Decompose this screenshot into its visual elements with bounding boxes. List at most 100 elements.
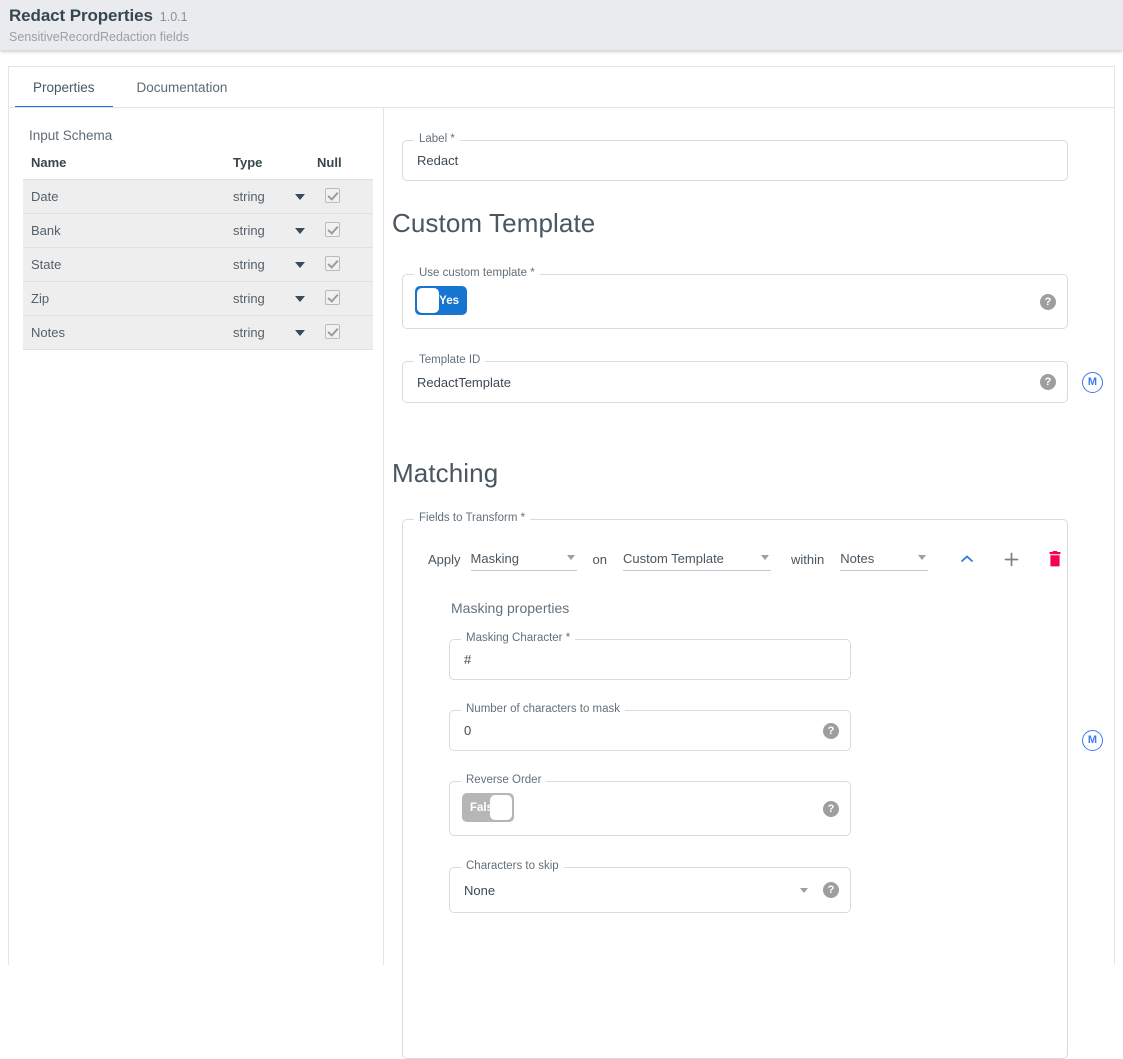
field-type-label: string [233, 189, 265, 204]
null-checkbox[interactable] [325, 256, 340, 271]
chevron-down-icon[interactable] [295, 194, 305, 200]
number-of-characters-value[interactable]: 0 [450, 711, 850, 750]
custom-template-section-title: Custom Template [392, 208, 595, 239]
column-header-name: Name [23, 155, 233, 180]
properties-form-panel: Label * Redact Custom Template Use custo… [384, 108, 1115, 965]
apply-word: Apply [428, 552, 461, 567]
field-type-label: string [233, 325, 265, 340]
macro-badge-fields-to-transform[interactable]: M [1082, 730, 1103, 751]
masking-character-legend: Masking Character * [461, 632, 575, 644]
field-type-label: string [233, 257, 265, 272]
masking-character-value[interactable]: # [450, 640, 850, 679]
tab-documentation[interactable]: Documentation [119, 67, 246, 109]
toggle-label: False [470, 802, 499, 814]
chevron-down-icon[interactable] [295, 262, 305, 268]
null-checkbox[interactable] [325, 290, 340, 305]
transform-rule-row: Apply Masking on Custom Template within … [428, 546, 1068, 572]
label-field-legend: Label * [414, 133, 460, 145]
chevron-up-icon[interactable] [954, 546, 980, 572]
field-null-cell[interactable] [317, 282, 373, 316]
transform-field-value: Notes [840, 551, 874, 566]
header-subtitle: SensitiveRecordRedaction fields [9, 30, 1123, 44]
reverse-order-toggle[interactable]: False [462, 793, 514, 822]
on-word: on [593, 552, 607, 567]
field-name: Notes [23, 316, 233, 350]
null-checkbox[interactable] [325, 222, 340, 237]
tab-properties-label: Properties [33, 80, 95, 95]
field-null-cell[interactable] [317, 180, 373, 214]
masking-properties-heading: Masking properties [451, 600, 569, 616]
template-id-legend: Template ID [414, 354, 485, 366]
chevron-down-icon[interactable] [295, 296, 305, 302]
matching-section-title: Matching [392, 458, 498, 489]
transform-type-select[interactable]: Masking [471, 547, 577, 571]
label-field-value[interactable]: Redact [403, 141, 1067, 180]
field-type-cell[interactable]: string [233, 316, 317, 350]
version-label: 1.0.1 [160, 10, 188, 24]
number-of-characters-legend: Number of characters to mask [461, 703, 625, 715]
chevron-down-icon [918, 555, 926, 560]
page-title: Redact Properties [9, 6, 153, 26]
field-type-cell[interactable]: string [233, 248, 317, 282]
characters-to-skip-value[interactable]: None [450, 868, 850, 912]
field-name: Zip [23, 282, 233, 316]
input-schema-heading: Input Schema [29, 128, 373, 143]
label-field[interactable]: Label * Redact [402, 140, 1068, 181]
chevron-down-icon[interactable] [295, 330, 305, 336]
fields-to-transform-legend: Fields to Transform * [414, 512, 530, 524]
field-type-cell[interactable]: string [233, 282, 317, 316]
field-null-cell[interactable] [317, 248, 373, 282]
table-row: Notes string [23, 316, 373, 350]
table-row: State string [23, 248, 373, 282]
plus-icon[interactable] [998, 546, 1024, 572]
use-custom-template-legend: Use custom template * [414, 267, 540, 279]
fields-to-transform-box: Fields to Transform * Apply Masking on C… [402, 519, 1068, 1059]
null-checkbox[interactable] [325, 188, 340, 203]
characters-to-skip-legend: Characters to skip [461, 860, 564, 872]
help-icon[interactable]: ? [823, 882, 839, 898]
reverse-order-field[interactable]: Reverse Order False ? [449, 781, 851, 836]
field-name: Date [23, 180, 233, 214]
column-header-null: Null [317, 155, 373, 180]
table-row: Zip string [23, 282, 373, 316]
table-row: Bank string [23, 214, 373, 248]
tab-bar: Properties Documentation [8, 66, 1115, 108]
field-name: State [23, 248, 233, 282]
help-icon[interactable]: ? [823, 723, 839, 739]
chevron-down-icon[interactable] [800, 888, 808, 893]
macro-badge-template-id[interactable]: M [1082, 372, 1103, 393]
toggle-knob [417, 288, 439, 313]
field-type-label: string [233, 291, 265, 306]
app-header: Redact Properties 1.0.1 SensitiveRecordR… [0, 0, 1123, 50]
help-icon[interactable]: ? [1040, 294, 1056, 310]
transform-field-select[interactable]: Notes [840, 547, 928, 571]
trash-icon[interactable] [1042, 546, 1068, 572]
field-null-cell[interactable] [317, 214, 373, 248]
field-type-cell[interactable]: string [233, 214, 317, 248]
use-custom-template-field[interactable]: Use custom template * Yes ? [402, 274, 1068, 329]
field-type-cell[interactable]: string [233, 180, 317, 214]
chevron-down-icon[interactable] [295, 228, 305, 234]
field-null-cell[interactable] [317, 316, 373, 350]
help-icon[interactable]: ? [823, 801, 839, 817]
input-schema-table: Name Type Null Date string Bank [23, 155, 373, 350]
field-name: Bank [23, 214, 233, 248]
number-of-characters-field[interactable]: Number of characters to mask 0 ? [449, 710, 851, 751]
template-id-field[interactable]: Template ID RedactTemplate ? [402, 361, 1068, 403]
masking-character-field[interactable]: Masking Character * # [449, 639, 851, 680]
null-checkbox[interactable] [325, 324, 340, 339]
help-icon[interactable]: ? [1040, 374, 1056, 390]
input-schema-panel: Input Schema Name Type Null Date string [8, 108, 384, 965]
use-custom-template-toggle[interactable]: Yes [415, 286, 467, 315]
field-type-label: string [233, 223, 265, 238]
tab-properties[interactable]: Properties [15, 67, 113, 109]
transform-target-value: Custom Template [623, 551, 724, 566]
table-header-row: Name Type Null [23, 155, 373, 180]
chevron-down-icon [761, 555, 769, 560]
characters-to-skip-field[interactable]: Characters to skip None ? [449, 867, 851, 913]
tab-documentation-label: Documentation [137, 80, 228, 95]
table-row: Date string [23, 180, 373, 214]
template-id-value[interactable]: RedactTemplate [403, 362, 1067, 402]
chevron-down-icon [567, 555, 575, 560]
transform-target-select[interactable]: Custom Template [623, 547, 771, 571]
